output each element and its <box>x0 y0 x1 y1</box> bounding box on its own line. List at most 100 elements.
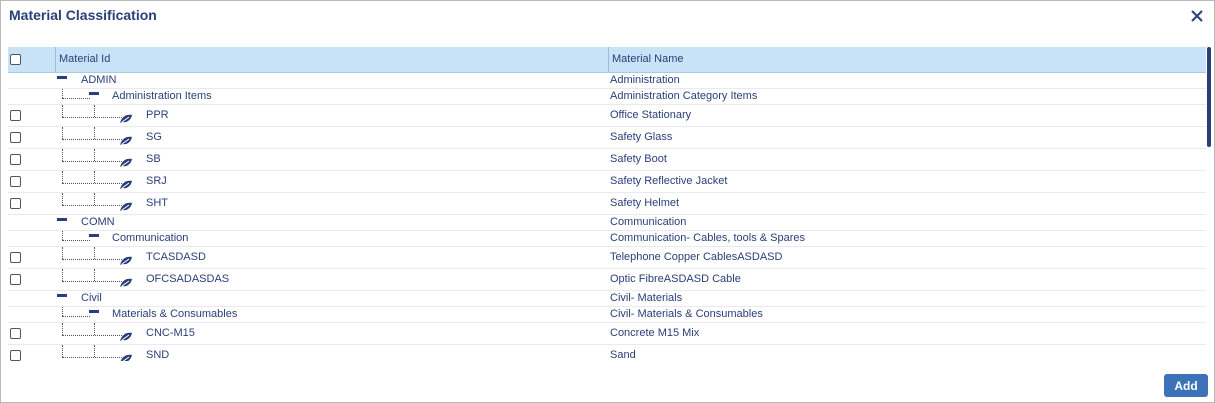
tree-connector <box>62 323 63 335</box>
tree-connector <box>62 161 122 162</box>
tree-connector <box>62 183 122 184</box>
tree-connector <box>62 247 63 259</box>
material-name: Office Stationary <box>610 109 692 121</box>
leaf-icon <box>119 111 133 123</box>
tree-row[interactable]: SRJ Safety Reflective Jacket <box>8 171 1206 193</box>
row-checkbox[interactable] <box>10 176 21 187</box>
column-header-material-id[interactable]: Material Id <box>59 47 110 72</box>
material-id: COMN <box>81 216 115 228</box>
tree-row[interactable]: SB Safety Boot <box>8 149 1206 171</box>
material-name: Safety Boot <box>610 153 667 165</box>
material-id: SND <box>146 349 170 361</box>
grid-header: Material Id Material Name <box>8 47 1206 73</box>
tree-connector <box>62 149 63 161</box>
leaf-icon <box>119 155 133 167</box>
column-separator <box>55 47 56 72</box>
tree-connector <box>62 171 63 183</box>
tree-connector <box>62 231 63 240</box>
dialog-title: Material Classification <box>9 7 157 23</box>
material-name: Concrete M15 Mix <box>610 327 700 339</box>
leaf-icon <box>119 329 133 341</box>
tree-row[interactable]: SHT Safety Helmet <box>8 193 1206 215</box>
material-tree-grid: Material Id Material Name ADMIN Administr… <box>8 47 1206 361</box>
leaf-icon <box>119 351 133 361</box>
material-name: Administration Category Items <box>610 90 758 102</box>
tree-row[interactable]: TCASDASD Telephone Copper CablesASDASD <box>8 247 1206 269</box>
row-checkbox[interactable] <box>10 154 21 165</box>
material-id: Communication <box>112 232 189 244</box>
tree-row[interactable]: Administration Items Administration Categ… <box>8 89 1206 105</box>
tree-row[interactable]: Civil Civil- Materials <box>8 291 1206 307</box>
tree-connector <box>62 316 90 317</box>
tree-row[interactable]: Materials & Consumables Civil- Materials … <box>8 307 1206 323</box>
tree-row[interactable]: COMN Communication <box>8 215 1206 231</box>
material-id: SHT <box>146 197 168 209</box>
tree-connector <box>62 89 63 98</box>
tree-connector <box>62 240 90 241</box>
material-id: TCASDASD <box>146 251 206 263</box>
tree-connector <box>62 281 122 282</box>
tree-row[interactable]: Communication Communication- Cables, tool… <box>8 231 1206 247</box>
row-checkbox[interactable] <box>10 350 21 361</box>
select-all-checkbox[interactable] <box>10 54 21 65</box>
material-name: Safety Helmet <box>610 197 680 209</box>
tree-connector <box>62 345 63 357</box>
material-name: Civil- Materials & Consumables <box>610 308 763 320</box>
tree-row[interactable]: PPR Office Stationary <box>8 105 1206 127</box>
tree-connector <box>94 269 95 281</box>
collapse-icon[interactable] <box>57 218 67 221</box>
add-button[interactable]: Add <box>1164 374 1208 397</box>
tree-connector <box>94 127 95 139</box>
material-name: Safety Reflective Jacket <box>610 175 728 187</box>
leaf-icon <box>119 199 133 211</box>
row-checkbox[interactable] <box>10 328 21 339</box>
material-name: Communication- Cables, tools & Spares <box>610 232 806 244</box>
vertical-scrollbar[interactable] <box>1207 47 1213 361</box>
tree-row[interactable]: CNC-M15 Concrete M15 Mix <box>8 323 1206 345</box>
material-name: Safety Glass <box>610 131 673 143</box>
tree-row[interactable]: OFCSADASDAS Optic FibreASDASD Cable <box>8 269 1206 291</box>
tree-connector <box>94 323 95 335</box>
row-checkbox[interactable] <box>10 132 21 143</box>
material-id: Civil <box>81 292 102 304</box>
column-separator <box>608 47 609 72</box>
tree-connector <box>62 98 90 99</box>
tree-connector <box>62 357 122 358</box>
row-checkbox[interactable] <box>10 274 21 285</box>
tree-row[interactable]: ADMIN Administration <box>8 73 1206 89</box>
material-name: Sand <box>610 349 636 361</box>
collapse-icon[interactable] <box>89 234 99 237</box>
material-id: ADMIN <box>81 74 117 86</box>
tree-connector <box>62 139 122 140</box>
material-name: Communication <box>610 216 687 228</box>
scrollbar-thumb[interactable] <box>1207 47 1211 147</box>
material-name: Telephone Copper CablesASDASD <box>610 251 783 263</box>
collapse-icon[interactable] <box>89 92 99 95</box>
material-id: Materials & Consumables <box>112 308 238 320</box>
leaf-icon <box>119 177 133 189</box>
material-id: Administration Items <box>112 90 212 102</box>
leaf-icon <box>119 133 133 145</box>
material-classification-dialog: Material Classification Material Id Mate… <box>0 0 1215 403</box>
tree-row[interactable]: SND Sand <box>8 345 1206 361</box>
material-name: Civil- Materials <box>610 292 683 304</box>
row-checkbox[interactable] <box>10 252 21 263</box>
collapse-icon[interactable] <box>89 310 99 313</box>
material-id: CNC-M15 <box>146 327 195 339</box>
tree-connector <box>62 193 63 205</box>
tree-row[interactable]: SG Safety Glass <box>8 127 1206 149</box>
material-id: PPR <box>146 109 169 121</box>
tree-connector <box>62 105 63 117</box>
close-icon[interactable] <box>1188 7 1206 25</box>
collapse-icon[interactable] <box>57 294 67 297</box>
tree-connector <box>62 117 122 118</box>
collapse-icon[interactable] <box>57 76 67 79</box>
column-header-material-name[interactable]: Material Name <box>612 47 684 72</box>
tree-connector <box>62 205 122 206</box>
tree-connector <box>62 127 63 139</box>
tree-connector <box>94 149 95 161</box>
tree-connector <box>62 259 122 260</box>
row-checkbox[interactable] <box>10 198 21 209</box>
row-checkbox[interactable] <box>10 110 21 121</box>
material-id: OFCSADASDAS <box>146 273 230 285</box>
